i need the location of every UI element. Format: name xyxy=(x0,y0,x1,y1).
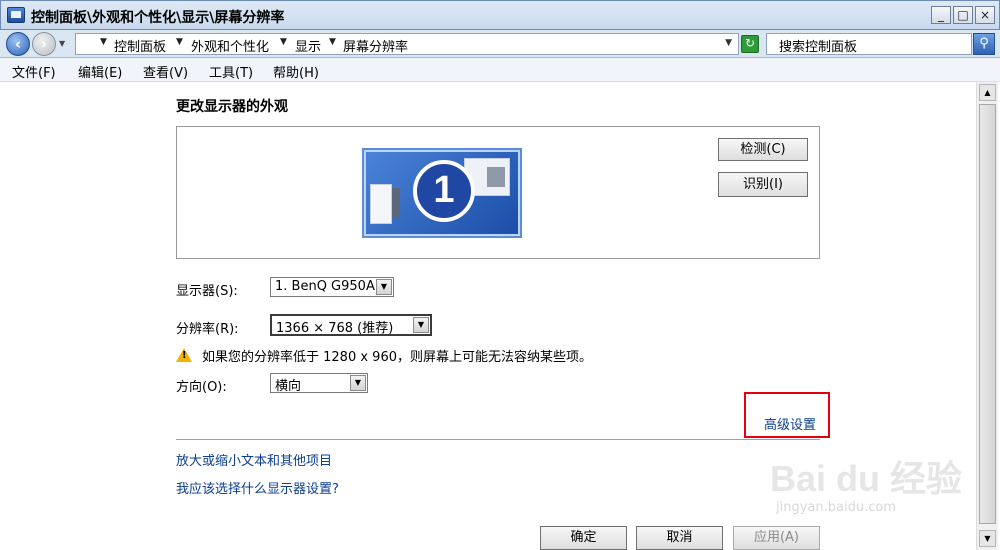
refresh-icon[interactable]: ↻ xyxy=(741,35,759,53)
search-icon[interactable]: ⚲ xyxy=(973,33,995,55)
menu-view[interactable]: 查看(V) xyxy=(143,62,188,81)
monitor-preview-panel: 1 检测(C) 识别(I) xyxy=(176,126,820,259)
crumb-separator-icon[interactable]: ▼ xyxy=(176,37,183,47)
orientation-label: 方向(O): xyxy=(176,380,227,395)
scroll-thumb[interactable] xyxy=(979,104,996,524)
mini-window xyxy=(392,188,400,218)
maximize-button[interactable]: □ xyxy=(953,6,973,24)
advanced-settings-link[interactable]: 高级设置 xyxy=(764,414,816,433)
display-label: 显示器(S): xyxy=(176,284,238,299)
crumb-display[interactable]: 显示 xyxy=(295,36,321,55)
ok-button[interactable]: 确定 xyxy=(540,526,627,550)
close-button[interactable]: × xyxy=(975,6,995,24)
control-panel-icon xyxy=(7,7,25,23)
resolution-warning: 如果您的分辨率低于 1280 x 960，则屏幕上可能无法容纳某些项。 xyxy=(202,350,592,365)
menu-help[interactable]: 帮助(H) xyxy=(273,62,319,81)
title-bar: 控制面板\外观和个性化\显示\屏幕分辨率 _ □ × xyxy=(0,0,1000,30)
address-dropdown-icon[interactable]: ▼ xyxy=(725,38,732,48)
watermark-logo: Bai du 经验 xyxy=(770,458,963,499)
address-bar: ‹ › ▼ ▼ 控制面板 ▼ 外观和个性化 ▼ 显示 ▼ 屏幕分辨率 ▼ ↻ 搜… xyxy=(0,30,1000,58)
display-settings-help-link[interactable]: 我应该选择什么显示器设置? xyxy=(176,478,339,497)
watermark-url: jingyan.baidu.com xyxy=(776,500,896,515)
window-title: 控制面板\外观和个性化\显示\屏幕分辨率 xyxy=(31,10,285,26)
crumb-separator-icon[interactable]: ▼ xyxy=(100,37,107,47)
detect-button[interactable]: 检测(C) xyxy=(718,138,808,161)
recent-pages-dropdown-icon[interactable]: ▼ xyxy=(59,39,65,48)
crumb-appearance[interactable]: 外观和个性化 xyxy=(191,36,269,55)
divider xyxy=(176,439,820,440)
chevron-down-icon[interactable]: ▼ xyxy=(376,279,392,295)
crumb-separator-icon[interactable]: ▼ xyxy=(280,37,287,47)
mini-window xyxy=(370,184,392,224)
content-area: 更改显示器的外观 1 检测(C) 识别(I) 显示器(S): 1. BenQ G… xyxy=(0,82,976,550)
menu-tools[interactable]: 工具(T) xyxy=(209,62,253,81)
forward-button[interactable]: › xyxy=(32,32,56,56)
resolution-label: 分辨率(R): xyxy=(176,322,239,337)
crumb-screen-resolution[interactable]: 屏幕分辨率 xyxy=(343,36,408,55)
back-button[interactable]: ‹ xyxy=(6,32,30,56)
menu-file[interactable]: 文件(F) xyxy=(12,62,56,81)
menu-bar: 文件(F) 编辑(E) 查看(V) 工具(T) 帮助(H) xyxy=(0,58,1000,82)
monitor-1-thumbnail[interactable]: 1 xyxy=(362,148,522,238)
chevron-down-icon[interactable]: ▼ xyxy=(350,375,366,391)
crumb-separator-icon[interactable]: ▼ xyxy=(329,37,336,47)
orientation-select[interactable]: 横向 ▼ xyxy=(270,373,368,394)
identify-button[interactable]: 识别(I) xyxy=(718,172,808,197)
display-select-value: 1. BenQ G950A xyxy=(275,279,375,294)
warning-exclamation: ! xyxy=(182,350,187,361)
crumb-control-panel[interactable]: 控制面板 xyxy=(114,36,166,55)
page-title: 更改显示器的外观 xyxy=(176,99,288,115)
text-size-link[interactable]: 放大或缩小文本和其他项目 xyxy=(176,450,332,469)
menu-edit[interactable]: 编辑(E) xyxy=(78,62,122,81)
resolution-select[interactable]: 1366 × 768 (推荐) ▼ xyxy=(270,314,432,336)
orientation-select-value: 横向 xyxy=(275,379,302,394)
display-select[interactable]: 1. BenQ G950A ▼ xyxy=(270,277,394,297)
chevron-down-icon[interactable]: ▼ xyxy=(413,317,429,333)
cancel-button[interactable]: 取消 xyxy=(636,526,723,550)
apply-button[interactable]: 应用(A) xyxy=(733,526,820,550)
search-input[interactable]: 搜索控制面板 xyxy=(766,33,972,55)
resolution-select-value: 1366 × 768 (推荐) xyxy=(276,321,394,336)
scroll-down-icon[interactable]: ▼ xyxy=(979,530,996,547)
monitor-number-badge: 1 xyxy=(413,160,475,222)
scroll-up-icon[interactable]: ▲ xyxy=(979,84,996,101)
address-field[interactable]: ▼ 控制面板 ▼ 外观和个性化 ▼ 显示 ▼ 屏幕分辨率 ▼ xyxy=(75,33,739,55)
minimize-button[interactable]: _ xyxy=(931,6,951,24)
vertical-scrollbar[interactable]: ▲ ▼ xyxy=(976,82,998,550)
